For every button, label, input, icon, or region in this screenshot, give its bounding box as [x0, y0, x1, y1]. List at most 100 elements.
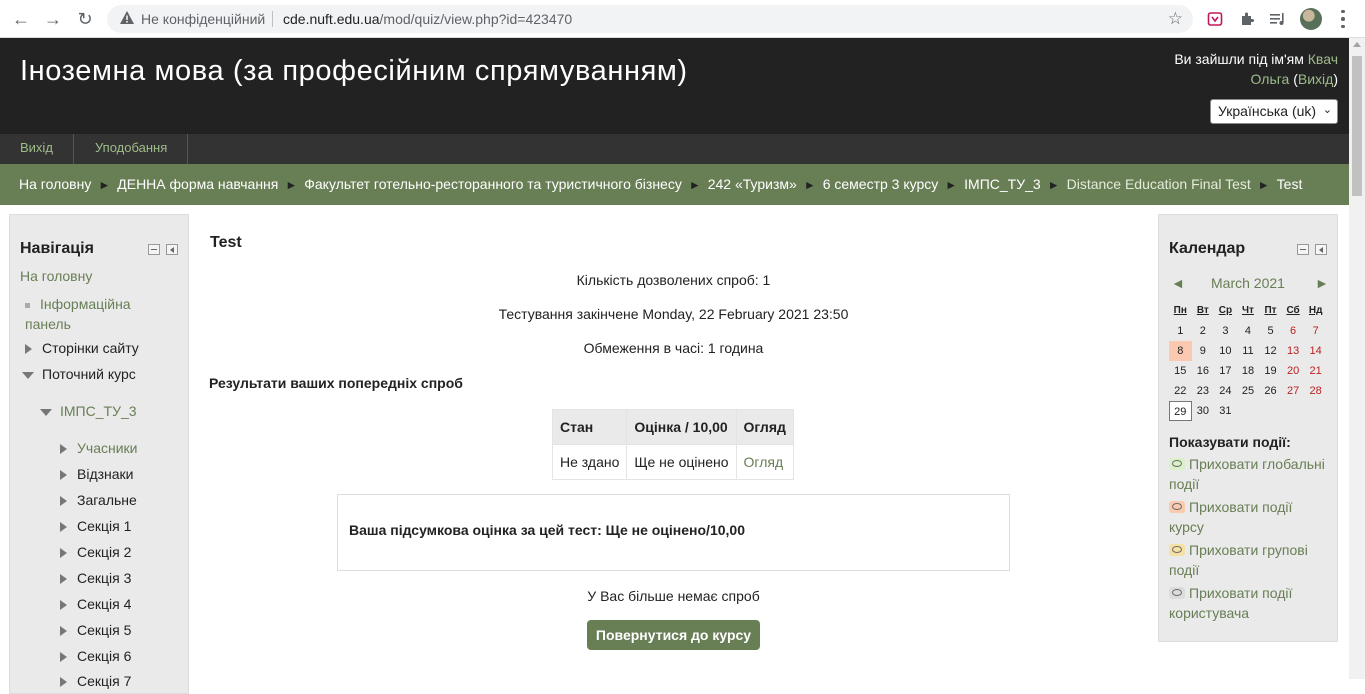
hide-block-icon[interactable]: [148, 244, 160, 255]
breadcrumb-separator-icon: ►: [945, 178, 958, 192]
custom-menu: Вихід Уподобання: [0, 134, 1349, 164]
toggle-group-events[interactable]: Приховати групові події: [1169, 540, 1331, 580]
nav-item-label: Відзнаки: [77, 466, 134, 482]
nav-item-label: Секція 3: [77, 570, 132, 586]
expanded-arrow-icon: [22, 371, 34, 379]
calendar-day: 11: [1242, 345, 1254, 357]
nav-item-participants[interactable]: Учасники: [60, 440, 137, 456]
address-bar[interactable]: Не конфіденційний cde.nuft.edu.ua/mod/qu…: [107, 5, 1193, 33]
collapsed-arrow-icon: [60, 496, 67, 507]
url-text[interactable]: cde.nuft.edu.ua/mod/quiz/view.php?id=423…: [283, 11, 572, 27]
language-select[interactable]: Українська (uk) ⌄: [1210, 99, 1338, 124]
calendar-month-link[interactable]: March 2021: [1211, 275, 1285, 291]
table-row: Не здано Ще не оцінено Огляд: [551, 444, 794, 480]
calendar-week: 15 16 17 18 19 20 21: [1169, 361, 1327, 381]
page-scrollbar[interactable]: [1349, 38, 1365, 679]
previous-month-icon[interactable]: ◄: [1171, 275, 1185, 291]
back-to-course-button[interactable]: Повернутися до курсу: [587, 620, 760, 650]
profile-avatar[interactable]: [1300, 8, 1322, 30]
breadcrumb-item-specialty[interactable]: 242 «Туризм»: [708, 176, 797, 192]
nav-item-label: Секція 6: [77, 648, 132, 664]
toggle-user-events-label: Приховати події користувача: [1169, 585, 1293, 621]
nav-item-section-1[interactable]: Секція 1: [60, 518, 131, 534]
calendar-day: 20: [1286, 365, 1300, 377]
weekday-label: Чт: [1242, 305, 1254, 316]
breadcrumb-separator-icon: ►: [1047, 178, 1060, 192]
calendar-day: 23: [1196, 385, 1209, 397]
page-header: Іноземна мова (за професійним спрямуванн…: [0, 38, 1349, 134]
nav-item-label: Секція 1: [77, 518, 132, 534]
nav-dashboard-link[interactable]: Інформаційна панель: [25, 294, 175, 334]
breadcrumb-item-semester[interactable]: 6 семестр 3 курсу: [823, 176, 939, 192]
calendar-day-today: 29: [1169, 401, 1192, 421]
breadcrumb-item-category[interactable]: ДЕННА форма навчання: [117, 176, 278, 192]
bookmark-star-icon[interactable]: ☆: [1168, 9, 1183, 29]
calendar-title: Календар: [1169, 240, 1246, 257]
breadcrumb: На головну ► ДЕННА форма навчання ► Факульте…: [19, 176, 1302, 192]
nav-site-pages[interactable]: Сторінки сайту: [25, 340, 139, 356]
forward-arrow-icon[interactable]: →: [40, 7, 66, 31]
scroll-up-icon[interactable]: [1353, 42, 1361, 47]
scrollbar-thumb[interactable]: [1352, 56, 1362, 196]
reload-icon[interactable]: ↻: [72, 7, 98, 31]
security-label[interactable]: Не конфіденційний: [141, 11, 265, 27]
menu-item-logout[interactable]: Вихід: [0, 134, 74, 164]
breadcrumb-item-home[interactable]: На головну: [19, 176, 91, 192]
back-arrow-icon[interactable]: ←: [8, 7, 34, 31]
weekday-label: Нд: [1308, 305, 1323, 316]
menu-item-preferences[interactable]: Уподобання: [75, 134, 189, 164]
nav-item-label: Загальне: [77, 492, 137, 508]
media-queue-icon[interactable]: [1268, 9, 1288, 29]
calendar-day: 5: [1267, 325, 1274, 337]
nav-dashboard-label: Інформаційна панель: [25, 296, 131, 332]
calendar-day: 13: [1286, 345, 1300, 357]
nav-home-link[interactable]: На головну: [20, 268, 92, 284]
calendar-day: 16: [1196, 365, 1209, 377]
review-link[interactable]: Огляд: [735, 444, 794, 480]
column-header: Стан: [551, 409, 628, 445]
breadcrumb-item-faculty[interactable]: Факультет готельно-ресторанного та турис…: [304, 176, 682, 192]
breadcrumb-item-course[interactable]: ІМПС_ТУ_3: [964, 176, 1041, 192]
calendar-day: 26: [1264, 385, 1277, 397]
extensions-puzzle-icon[interactable]: [1237, 9, 1257, 29]
url-path: /mod/quiz/view.php?id=423470: [379, 11, 573, 27]
nav-current-course[interactable]: Поточний курс: [22, 366, 136, 382]
breadcrumb-item-section[interactable]: Distance Education Final Test: [1067, 176, 1251, 192]
nav-item-section-6[interactable]: Секція 6: [60, 648, 131, 664]
toggle-user-events[interactable]: Приховати події користувача: [1169, 583, 1331, 623]
logout-link[interactable]: Вихід: [1298, 71, 1333, 87]
breadcrumb-separator-icon: ►: [803, 178, 816, 192]
final-grade-text: Ваша підсумкова оцінка за цей тест: Ще н…: [349, 522, 745, 538]
column-header: Огляд: [735, 409, 794, 445]
hide-block-icon[interactable]: [1297, 244, 1309, 255]
nav-item-label: Секція 7: [77, 673, 132, 689]
quiz-closed-date: Тестування закінчене Monday, 22 February…: [498, 306, 849, 322]
nav-item-general[interactable]: Загальне: [60, 492, 137, 508]
calendar-week: 22 23 24 25 26 27 28: [1169, 381, 1327, 401]
calendar-day: 22: [1174, 385, 1187, 397]
nav-item-section-3[interactable]: Секція 3: [60, 570, 131, 586]
dock-block-icon[interactable]: [166, 244, 178, 255]
collapsed-arrow-icon: [25, 344, 32, 355]
toggle-global-events[interactable]: Приховати глобальні події: [1169, 454, 1331, 494]
chevron-down-icon: ⌄: [1322, 104, 1332, 116]
extension-shield-icon[interactable]: [1205, 9, 1225, 29]
course-title: Іноземна мова (за професійним спрямуванн…: [20, 55, 688, 87]
toggle-course-events[interactable]: Приховати події курсу: [1169, 497, 1331, 537]
toggle-course-events-label: Приховати події курсу: [1169, 499, 1293, 535]
nav-item-section-2[interactable]: Секція 2: [60, 544, 131, 560]
show-events-heading: Показувати події:: [1169, 434, 1291, 450]
nav-item-section-7[interactable]: Секція 7: [60, 673, 131, 689]
calendar-day: 9: [1199, 345, 1206, 357]
collapsed-arrow-icon: [60, 444, 67, 455]
calendar-day-event[interactable]: 8: [1169, 341, 1192, 361]
eye-icon: [1169, 544, 1185, 556]
dock-block-icon[interactable]: [1315, 244, 1327, 255]
nav-course-link[interactable]: ІМПС_ТУ_3: [40, 403, 137, 419]
weekday-label: Вт: [1196, 305, 1209, 316]
nav-item-section-5[interactable]: Секція 5: [60, 622, 131, 638]
next-month-icon[interactable]: ►: [1315, 275, 1329, 291]
nav-item-badges[interactable]: Відзнаки: [60, 466, 134, 482]
browser-menu-icon[interactable]: [1335, 8, 1351, 30]
nav-item-section-4[interactable]: Секція 4: [60, 596, 131, 612]
